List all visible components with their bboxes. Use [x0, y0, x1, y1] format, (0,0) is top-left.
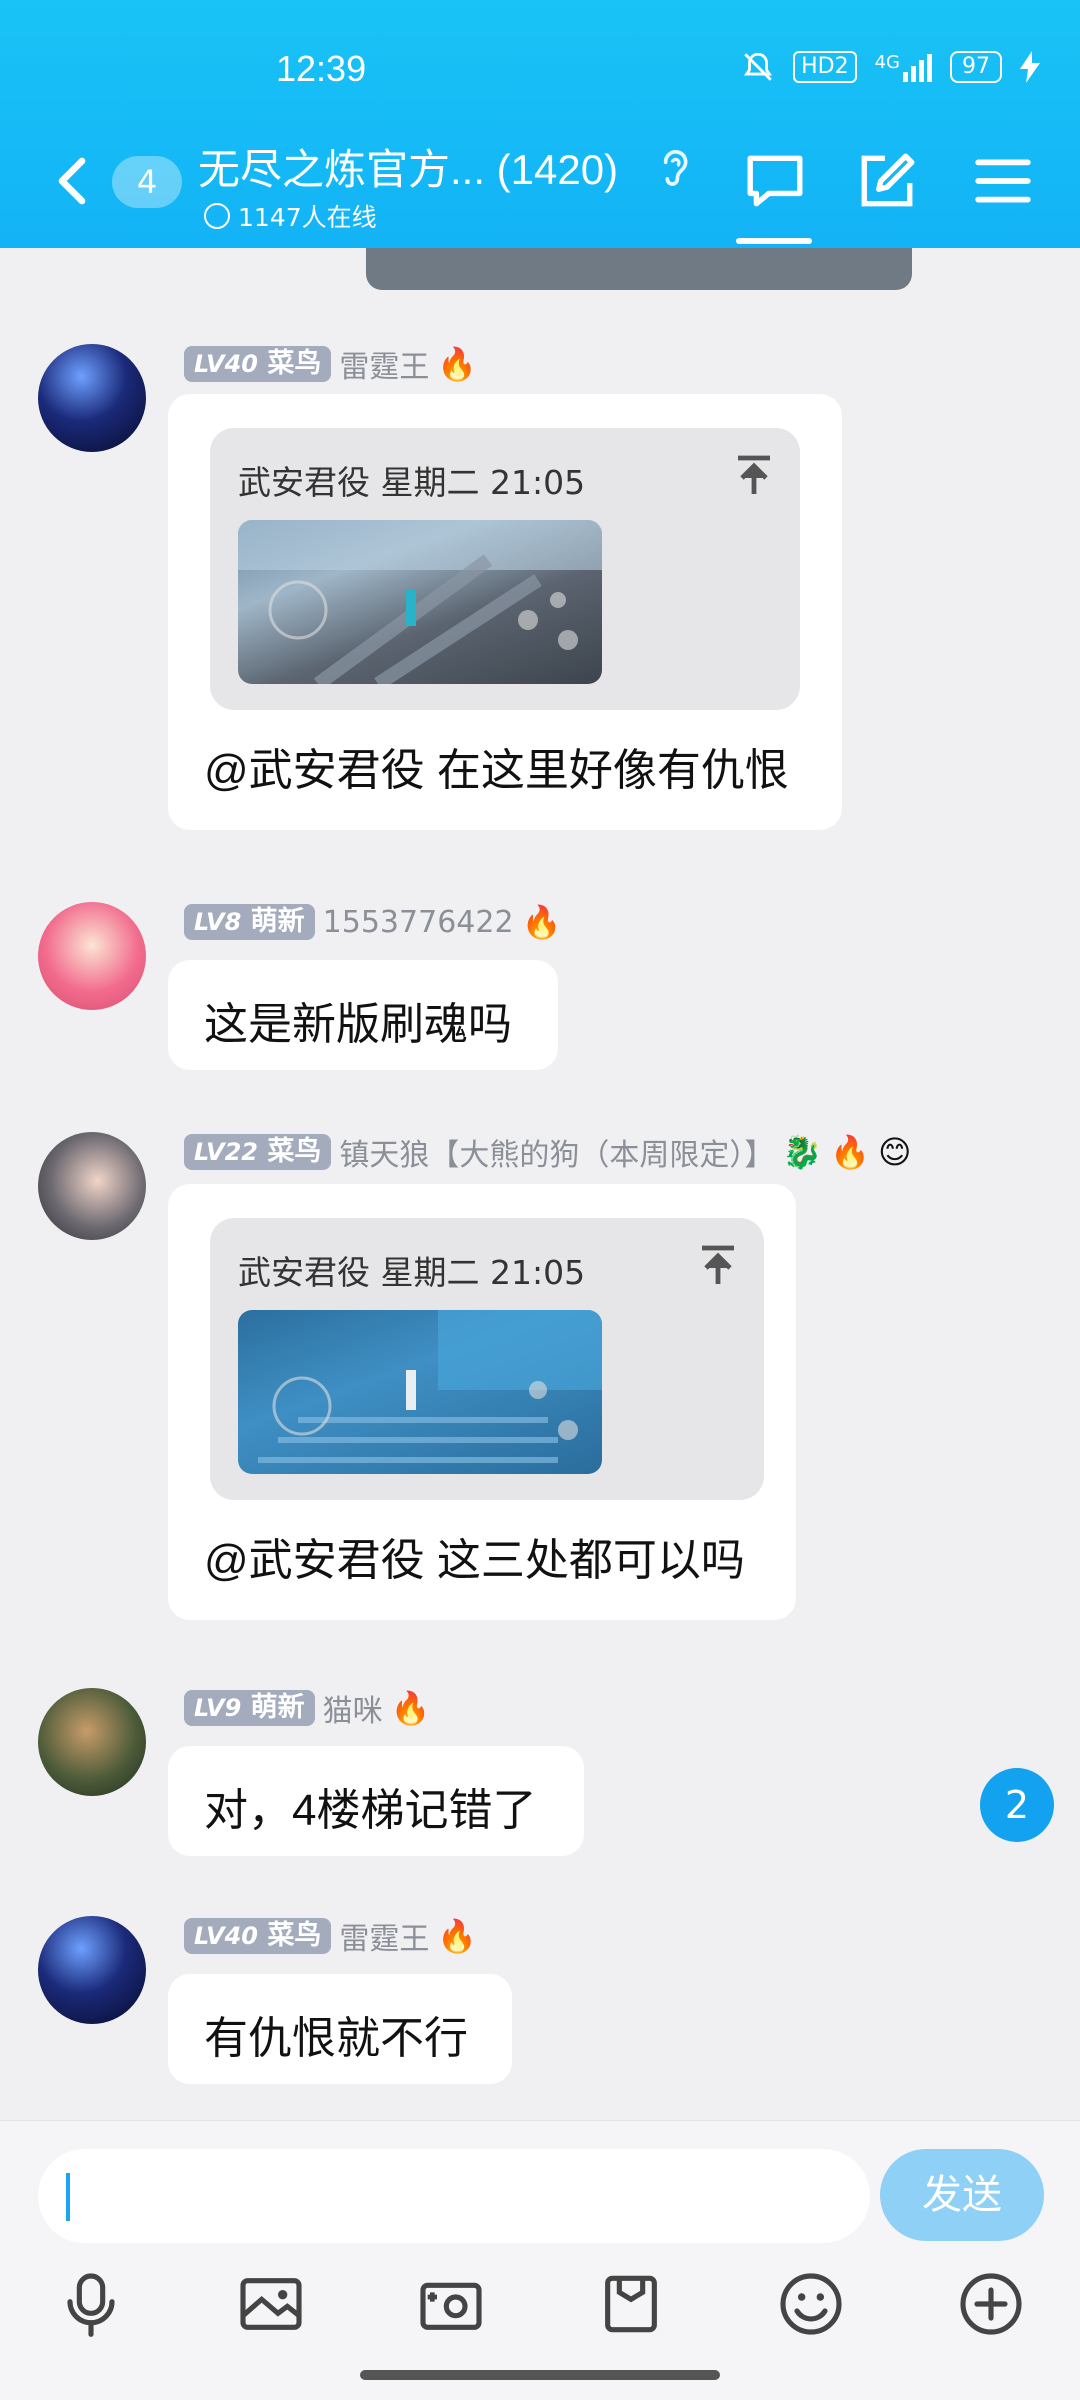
text-caret: [66, 2173, 70, 2221]
sender-meta: LV22 菜鸟 镇天狼【大熊的狗（本周限定）】 🐉 🔥 😊: [184, 1130, 912, 1174]
quote-header: 武安君役 星期二 21:05: [238, 1253, 586, 1292]
sender-meta: LV40 菜鸟 雷霆王 🔥: [184, 342, 478, 386]
quoted-message[interactable]: 武安君役 星期二 21:05: [210, 428, 800, 710]
back-icon[interactable]: [52, 156, 92, 206]
sender-meta: LV9 萌新 猫咪 🔥: [184, 1686, 431, 1730]
message-text: 对，4楼梯记错了: [204, 1786, 537, 1835]
file-icon[interactable]: [596, 2269, 666, 2339]
emoji-icon[interactable]: [776, 2269, 846, 2339]
avatar[interactable]: [38, 902, 146, 1010]
sender-name[interactable]: 雷霆王: [339, 1914, 429, 1958]
level-tag: LV8 萌新: [184, 904, 315, 940]
image-icon[interactable]: [236, 2269, 306, 2339]
avatar[interactable]: [38, 344, 146, 452]
level-tag: LV9 萌新: [184, 1690, 315, 1726]
game-screenshot-thumbnail[interactable]: [238, 1310, 602, 1474]
sender-name[interactable]: 猫咪: [323, 1686, 383, 1730]
chat-header: 12:39 HD2 4G 97 4 无尽之炼官方... (1420) 1147人…: [0, 0, 1080, 248]
add-icon[interactable]: [956, 2269, 1026, 2339]
quoted-message[interactable]: 武安君役 星期二 21:05: [210, 1218, 764, 1500]
group-title[interactable]: 无尽之炼官方... (1420): [198, 136, 618, 197]
avatar[interactable]: [38, 1916, 146, 2024]
upload-icon: [738, 455, 770, 494]
game-screenshot-thumbnail[interactable]: [238, 520, 602, 684]
message-input[interactable]: [38, 2149, 870, 2243]
battery-icon: 97: [950, 51, 1002, 83]
sender-name[interactable]: 镇天狼【大熊的狗（本周限定）】: [339, 1130, 774, 1174]
signal-icon: 4G: [875, 52, 932, 82]
message-bubble[interactable]: 武安君役 星期二 21:05 @武安君役 这三处都可以吗: [168, 1184, 796, 1620]
charging-icon: [1020, 51, 1040, 83]
sender-meta: LV40 菜鸟 雷霆王 🔥: [184, 1914, 478, 1958]
new-message-badge[interactable]: 2: [980, 1768, 1054, 1842]
online-count: 1147人在线: [204, 198, 377, 234]
fire-icon: 🔥: [437, 1917, 478, 1955]
message-text: @武安君役 在这里好像有仇恨: [204, 746, 789, 795]
previous-message-image[interactable]: [366, 248, 912, 290]
avatar[interactable]: [38, 1688, 146, 1796]
status-icons: HD2 4G 97: [741, 50, 1040, 84]
fire-icon: 🔥: [521, 903, 562, 941]
upload-icon: [702, 1245, 734, 1284]
message-bubble[interactable]: 有仇恨就不行: [168, 1974, 512, 2084]
edit-icon[interactable]: [856, 150, 918, 212]
unread-count-badge[interactable]: 4: [112, 156, 182, 208]
sender-name[interactable]: 雷霆王: [339, 342, 429, 386]
home-indicator[interactable]: [360, 2370, 720, 2380]
sender-meta: LV8 萌新 1553776422 🔥: [184, 902, 561, 942]
hd-icon: HD2: [793, 51, 857, 83]
message-text: 有仇恨就不行: [204, 2014, 468, 2063]
status-time: 12:39: [276, 48, 367, 89]
dragon-icon: 🐉: [782, 1133, 823, 1171]
level-tag: LV40 菜鸟: [184, 346, 332, 382]
fire-icon: 🔥: [437, 345, 478, 383]
avatar[interactable]: [38, 1132, 146, 1240]
microphone-icon[interactable]: [56, 2269, 126, 2339]
send-button[interactable]: 发送: [880, 2149, 1044, 2241]
ear-icon[interactable]: [654, 144, 694, 194]
active-tab-indicator: [736, 238, 812, 244]
camera-icon[interactable]: [416, 2269, 486, 2339]
message-bubble[interactable]: 武安君役 星期二 21:05 @武安君役 在这里好像有仇恨: [168, 394, 842, 830]
mute-icon: [744, 52, 773, 81]
level-tag: LV40 菜鸟: [184, 1918, 332, 1954]
level-tag: LV22 菜鸟: [184, 1134, 332, 1170]
message-text: 这是新版刷魂吗: [204, 1000, 512, 1049]
chat-bubble-icon[interactable]: [744, 150, 806, 212]
sender-name[interactable]: 1553776422: [323, 905, 514, 940]
message-list[interactable]: LV40 菜鸟 雷霆王 🔥 武安君役 星期二 21:05 @武安君役 在这里好像…: [0, 248, 1080, 2120]
message-bubble[interactable]: 对，4楼梯记错了: [168, 1746, 584, 1856]
online-icon: [204, 203, 230, 229]
fire-icon: 🔥: [830, 1133, 871, 1171]
quote-header: 武安君役 星期二 21:05: [238, 463, 586, 502]
message-bubble[interactable]: 这是新版刷魂吗: [168, 960, 558, 1070]
message-text: @武安君役 这三处都可以吗: [204, 1536, 745, 1585]
menu-icon[interactable]: [972, 150, 1034, 212]
input-bar: 发送: [0, 2120, 1080, 2400]
fire-icon: 🔥: [390, 1689, 431, 1727]
smile-flower-icon: 😊: [878, 1133, 912, 1171]
